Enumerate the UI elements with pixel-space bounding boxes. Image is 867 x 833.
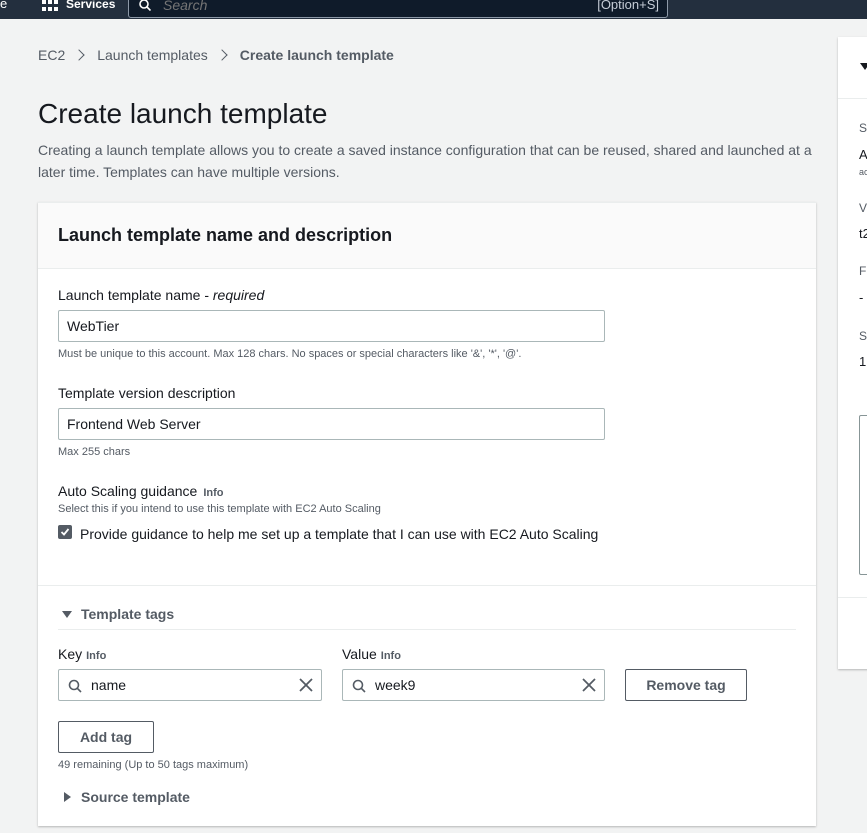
tag-value-info-link[interactable]: Info xyxy=(381,650,401,662)
checkmark-icon xyxy=(60,528,70,536)
auto-scaling-guidance-text: Auto Scaling guidance xyxy=(58,483,198,499)
auto-scaling-checkbox-label[interactable]: Provide guidance to help me set up a tem… xyxy=(80,523,600,545)
summary-fragment: 1 xyxy=(859,354,867,369)
breadcrumb: EC2 Launch templates Create launch templ… xyxy=(38,47,394,63)
search-shortcut-hint: [Option+S] xyxy=(597,0,659,12)
source-template-expander[interactable]: Source template xyxy=(64,789,190,805)
panel-title: Launch template name and description xyxy=(58,225,393,245)
global-search-box[interactable]: [Option+S] xyxy=(128,0,668,18)
tag-value-label-text: Value xyxy=(342,646,377,662)
search-icon xyxy=(68,679,82,693)
template-name-label-text: Launch template name - xyxy=(58,287,213,303)
template-name-hint: Must be unique to this account. Max 128 … xyxy=(58,348,522,360)
services-menu-button[interactable]: Services xyxy=(66,0,115,11)
summary-panel: S A ac V t2 F - S 1 xyxy=(838,37,867,669)
auto-scaling-guidance-checkbox[interactable] xyxy=(58,525,72,539)
breadcrumb-launch-templates[interactable]: Launch templates xyxy=(97,47,208,63)
summary-footer-divider xyxy=(838,597,867,598)
page-title: Create launch template xyxy=(38,98,328,129)
summary-header-divider xyxy=(838,98,867,99)
summary-fragment: V xyxy=(859,201,867,215)
summary-fragment: t2 xyxy=(859,226,867,241)
tag-key-field[interactable] xyxy=(58,669,322,701)
summary-fragment: - xyxy=(859,290,864,305)
summary-fragment: A xyxy=(859,147,867,162)
auto-scaling-info-link[interactable]: Info xyxy=(203,487,223,499)
template-name-input[interactable] xyxy=(58,310,605,342)
tag-key-info-link[interactable]: Info xyxy=(86,650,106,662)
clear-icon[interactable] xyxy=(582,678,596,692)
tag-key-label-text: Key xyxy=(58,646,83,662)
tag-value-label: Value Info xyxy=(342,646,401,662)
template-tags-label: Template tags xyxy=(81,606,175,622)
collapse-caret-icon[interactable] xyxy=(860,63,867,70)
global-search-input[interactable] xyxy=(163,0,563,13)
auto-scaling-guidance-label: Auto Scaling guidance Info xyxy=(58,483,224,499)
panel-header: Launch template name and description xyxy=(38,203,816,269)
tag-key-label: Key Info xyxy=(58,646,106,662)
summary-fragment: S xyxy=(859,121,867,135)
version-description-input[interactable] xyxy=(58,408,605,440)
breadcrumb-current: Create launch template xyxy=(239,47,394,63)
summary-fragment: F xyxy=(859,264,867,278)
section-divider xyxy=(38,585,816,586)
summary-info-box xyxy=(859,415,867,575)
breadcrumb-ec2[interactable]: EC2 xyxy=(38,47,65,63)
tags-divider xyxy=(58,629,796,630)
clear-icon[interactable] xyxy=(299,678,313,692)
tag-value-field[interactable] xyxy=(342,669,605,701)
tag-key-input[interactable] xyxy=(91,677,281,693)
top-navigation-bar: e Services [Option+S] xyxy=(0,0,867,19)
source-template-label: Source template xyxy=(81,789,190,805)
summary-fragment: S xyxy=(859,329,867,343)
services-grid-icon[interactable] xyxy=(42,0,58,12)
template-name-label: Launch template name - required xyxy=(58,287,264,303)
summary-fragment: ac xyxy=(859,167,867,177)
chevron-right-icon xyxy=(216,49,228,61)
caret-right-icon xyxy=(64,792,71,802)
remove-tag-button[interactable]: Remove tag xyxy=(625,669,747,701)
chevron-right-icon xyxy=(73,49,85,61)
add-tag-button[interactable]: Add tag xyxy=(58,721,154,753)
version-description-label: Template version description xyxy=(58,385,236,401)
template-tags-expander[interactable]: Template tags xyxy=(62,606,174,622)
search-icon xyxy=(139,0,151,11)
auto-scaling-hint: Select this if you intend to use this te… xyxy=(58,503,381,515)
page-description: Creating a launch template allows you to… xyxy=(38,142,812,180)
aws-logo[interactable]: e xyxy=(0,0,7,11)
tags-remaining-hint: 49 remaining (Up to 50 tags maximum) xyxy=(58,759,249,771)
launch-template-name-panel: Launch template name and description Lau… xyxy=(38,202,816,826)
search-icon xyxy=(352,679,366,693)
required-marker: required xyxy=(212,287,265,303)
caret-down-icon xyxy=(62,610,72,618)
tag-value-input[interactable] xyxy=(375,677,565,693)
version-description-hint: Max 255 chars xyxy=(58,446,131,458)
